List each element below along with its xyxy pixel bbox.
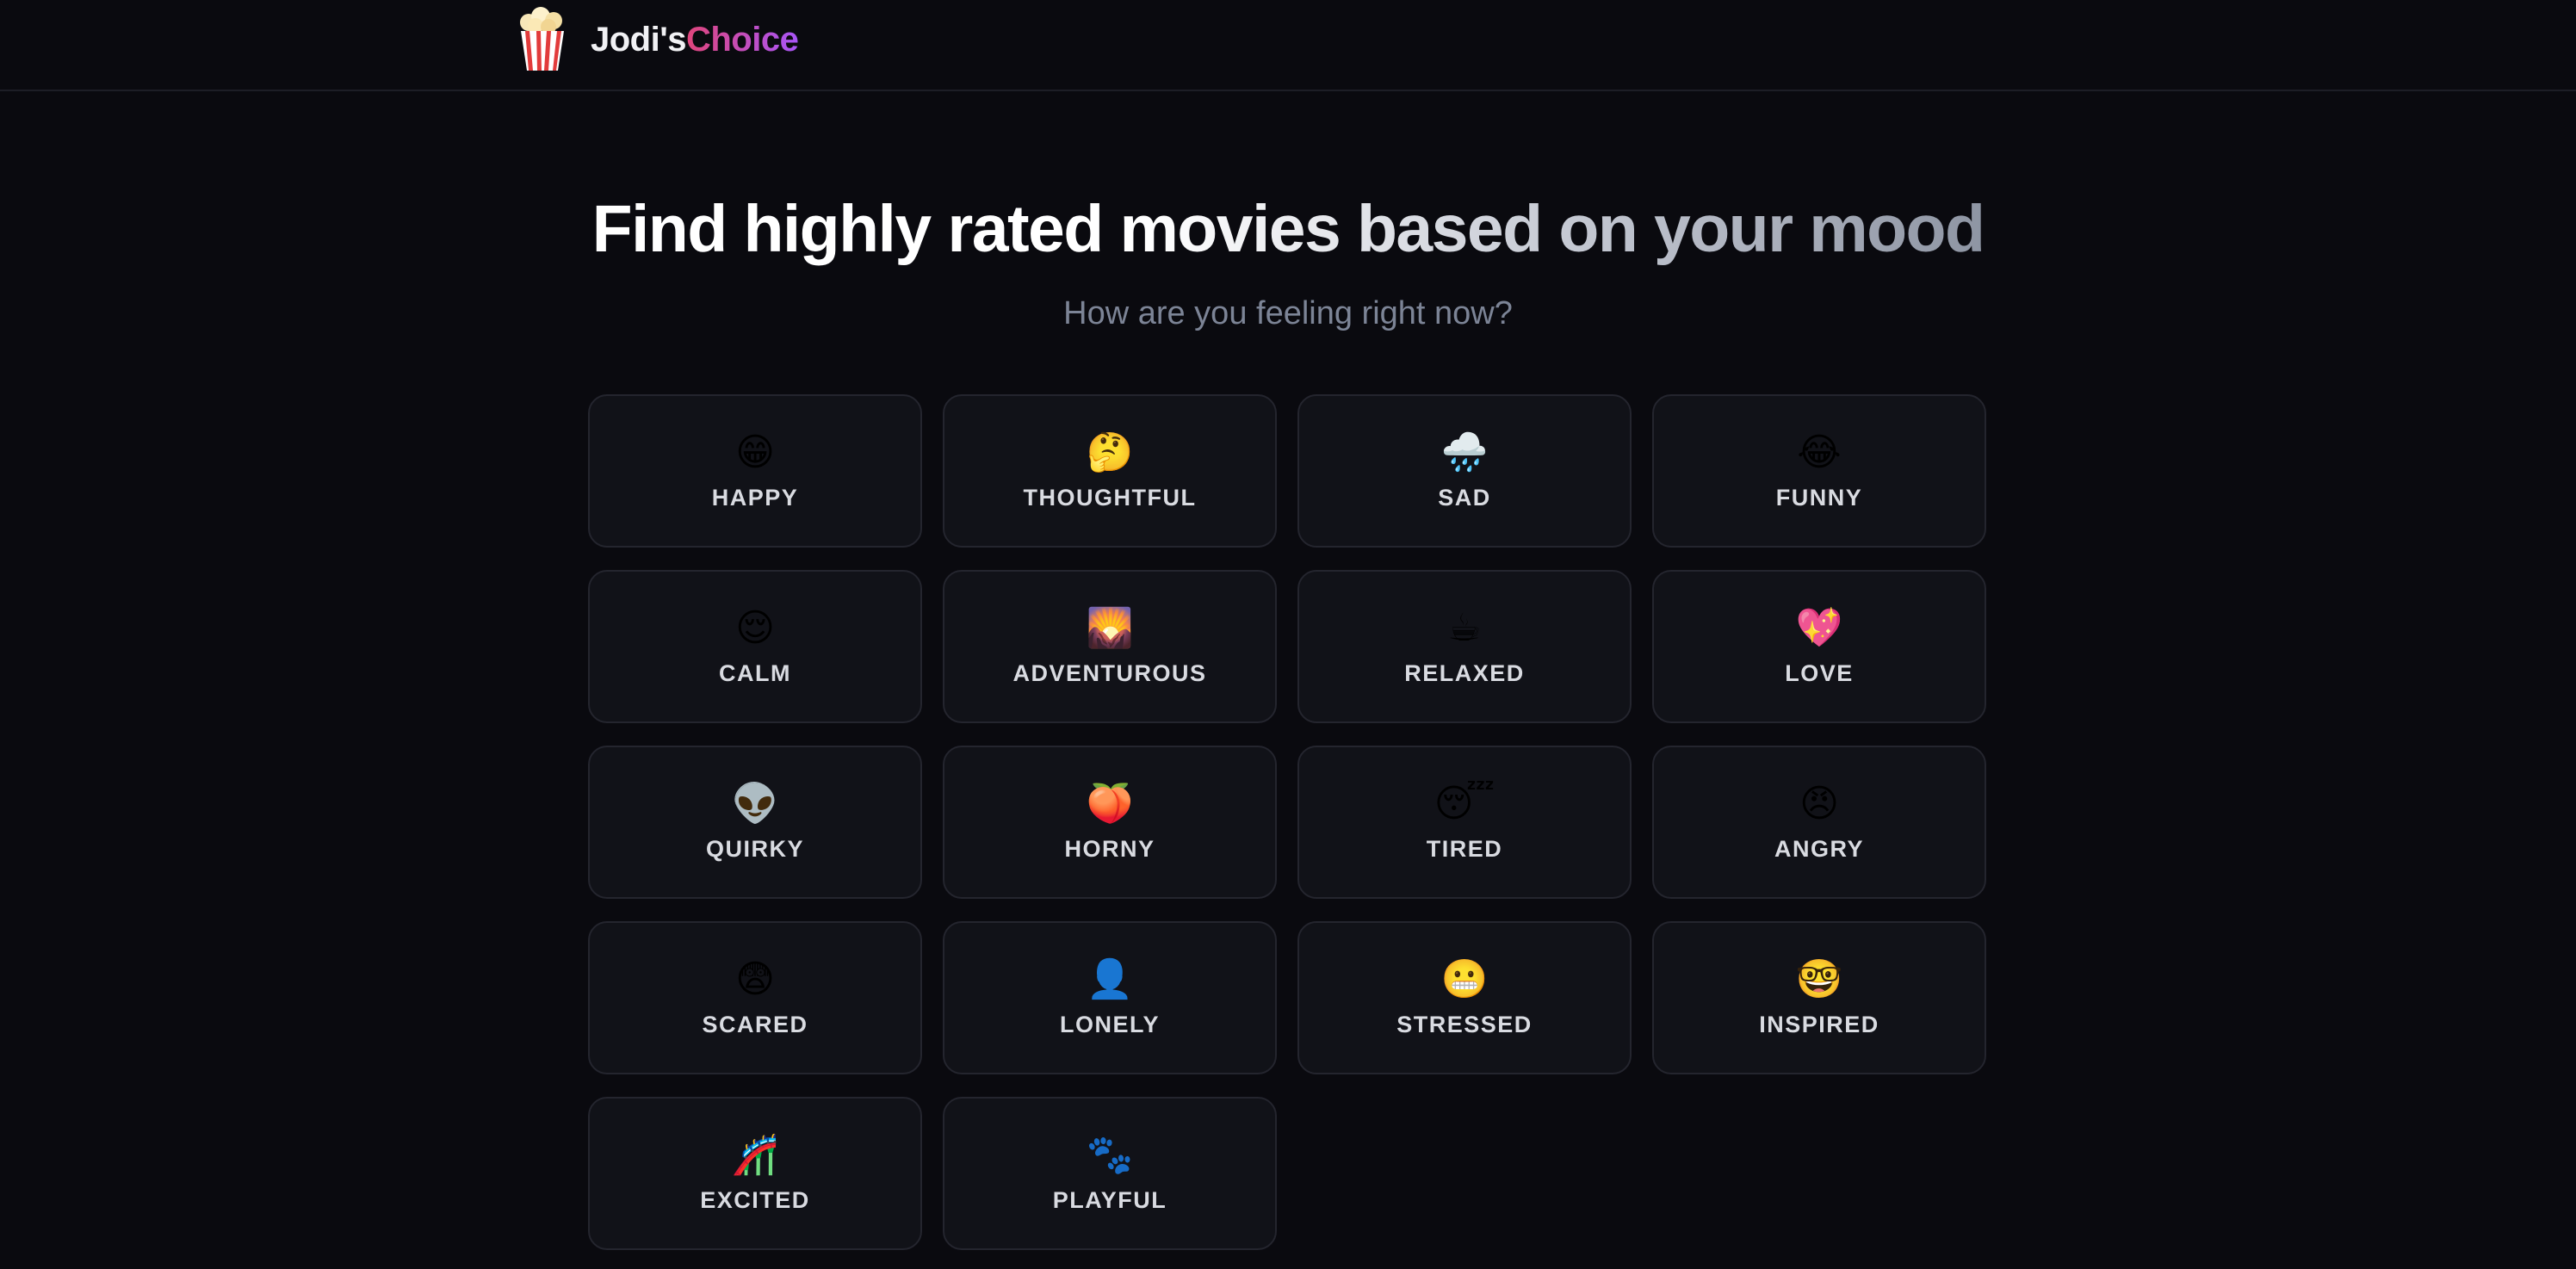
mood-label: EXCITED <box>700 1187 810 1213</box>
thinking-face-icon: 🤔 <box>1086 430 1134 474</box>
mood-label: PLAYFUL <box>1052 1187 1167 1213</box>
tears-of-joy-icon: 😂 <box>1797 430 1842 474</box>
silhouette-icon: 👤 <box>1086 957 1134 1001</box>
alien-icon: 👽 <box>731 782 779 826</box>
sparkling-heart-icon: 💖 <box>1795 606 1843 650</box>
mood-label: ANGRY <box>1774 836 1864 862</box>
mood-card-scared[interactable]: 😨 SCARED <box>588 921 922 1074</box>
grimacing-face-icon: 😬 <box>1440 957 1489 1001</box>
rain-cloud-icon: 🌧️ <box>1440 430 1489 474</box>
mood-card-calm[interactable]: 😌 CALM <box>588 570 922 723</box>
mood-card-love[interactable]: 💖 LOVE <box>1652 570 1986 723</box>
mood-card-sad[interactable]: 🌧️ SAD <box>1297 394 1632 548</box>
paw-prints-icon: 🐾 <box>1086 1133 1134 1177</box>
mood-card-thoughtful[interactable]: 🤔 THOUGHTFUL <box>943 394 1277 548</box>
mood-label: HAPPY <box>711 485 799 511</box>
mood-label: HORNY <box>1064 836 1155 862</box>
mood-label: ADVENTUROUS <box>1012 660 1207 686</box>
brand-logo-link[interactable]: Jodi's Choice <box>517 7 799 72</box>
peach-icon: 🍑 <box>1086 782 1134 826</box>
mood-label: LONELY <box>1059 1012 1161 1037</box>
relieved-face-icon: 😌 <box>735 606 775 650</box>
mood-card-quirky[interactable]: 👽 QUIRKY <box>588 746 922 899</box>
sunrise-mountains-icon: 🌄 <box>1086 606 1134 650</box>
mood-card-lonely[interactable]: 👤 LONELY <box>943 921 1277 1074</box>
mood-card-happy[interactable]: 😁 HAPPY <box>588 394 922 548</box>
brand-name: Jodi's Choice <box>591 20 799 59</box>
coffee-icon: ☕ <box>1447 606 1482 650</box>
page-title: Find highly rated movies based on your m… <box>0 183 2576 275</box>
brand-name-part2: Choice <box>685 20 799 59</box>
mood-label: THOUGHTFUL <box>1023 485 1197 511</box>
brand-name-part1: Jodi's <box>591 20 686 59</box>
mood-grid: 😁 HAPPY 🤔 THOUGHTFUL 🌧️ SAD 😂 FUNNY 😌 CALM 🌄 ADVENT… <box>588 394 1986 1250</box>
mood-card-stressed[interactable]: 😬 STRESSED <box>1297 921 1632 1074</box>
mood-card-playful[interactable]: 🐾 PLAYFUL <box>943 1097 1277 1250</box>
mood-label: LOVE <box>1785 660 1854 686</box>
sleeping-face-icon: 😴 <box>1434 782 1495 826</box>
mood-label: FUNNY <box>1775 485 1863 511</box>
mood-label: INSPIRED <box>1759 1012 1879 1037</box>
mood-label: SAD <box>1438 485 1491 511</box>
mood-label: RELAXED <box>1404 660 1525 686</box>
mood-label: QUIRKY <box>705 836 804 862</box>
mood-card-adventurous[interactable]: 🌄 ADVENTUROUS <box>943 570 1277 723</box>
mood-card-funny[interactable]: 😂 FUNNY <box>1652 394 1986 548</box>
mood-label: SCARED <box>702 1012 808 1037</box>
mood-card-tired[interactable]: 😴 TIRED <box>1297 746 1632 899</box>
happy-face-icon: 😁 <box>735 430 775 474</box>
nerd-face-icon: 🤓 <box>1795 957 1843 1001</box>
mood-label: TIRED <box>1426 836 1503 862</box>
mood-card-horny[interactable]: 🍑 HORNY <box>943 746 1277 899</box>
mood-label: CALM <box>719 660 791 686</box>
angry-face-icon: 😠 <box>1799 782 1839 826</box>
mood-card-excited[interactable]: 🎢 EXCITED <box>588 1097 922 1250</box>
mood-card-angry[interactable]: 😠 ANGRY <box>1652 746 1986 899</box>
fearful-face-icon: 😨 <box>735 957 775 1001</box>
page-title-text: Find highly rated movies based on your m… <box>592 183 1985 275</box>
mood-label: STRESSED <box>1396 1012 1533 1037</box>
site-header: Jodi's Choice <box>0 0 2576 91</box>
roller-coaster-icon: 🎢 <box>731 1133 779 1177</box>
mood-card-inspired[interactable]: 🤓 INSPIRED <box>1652 921 1986 1074</box>
mood-card-relaxed[interactable]: ☕ RELAXED <box>1297 570 1632 723</box>
popcorn-icon <box>520 7 564 71</box>
page-subtitle: How are you feeling right now? <box>1063 295 1513 331</box>
